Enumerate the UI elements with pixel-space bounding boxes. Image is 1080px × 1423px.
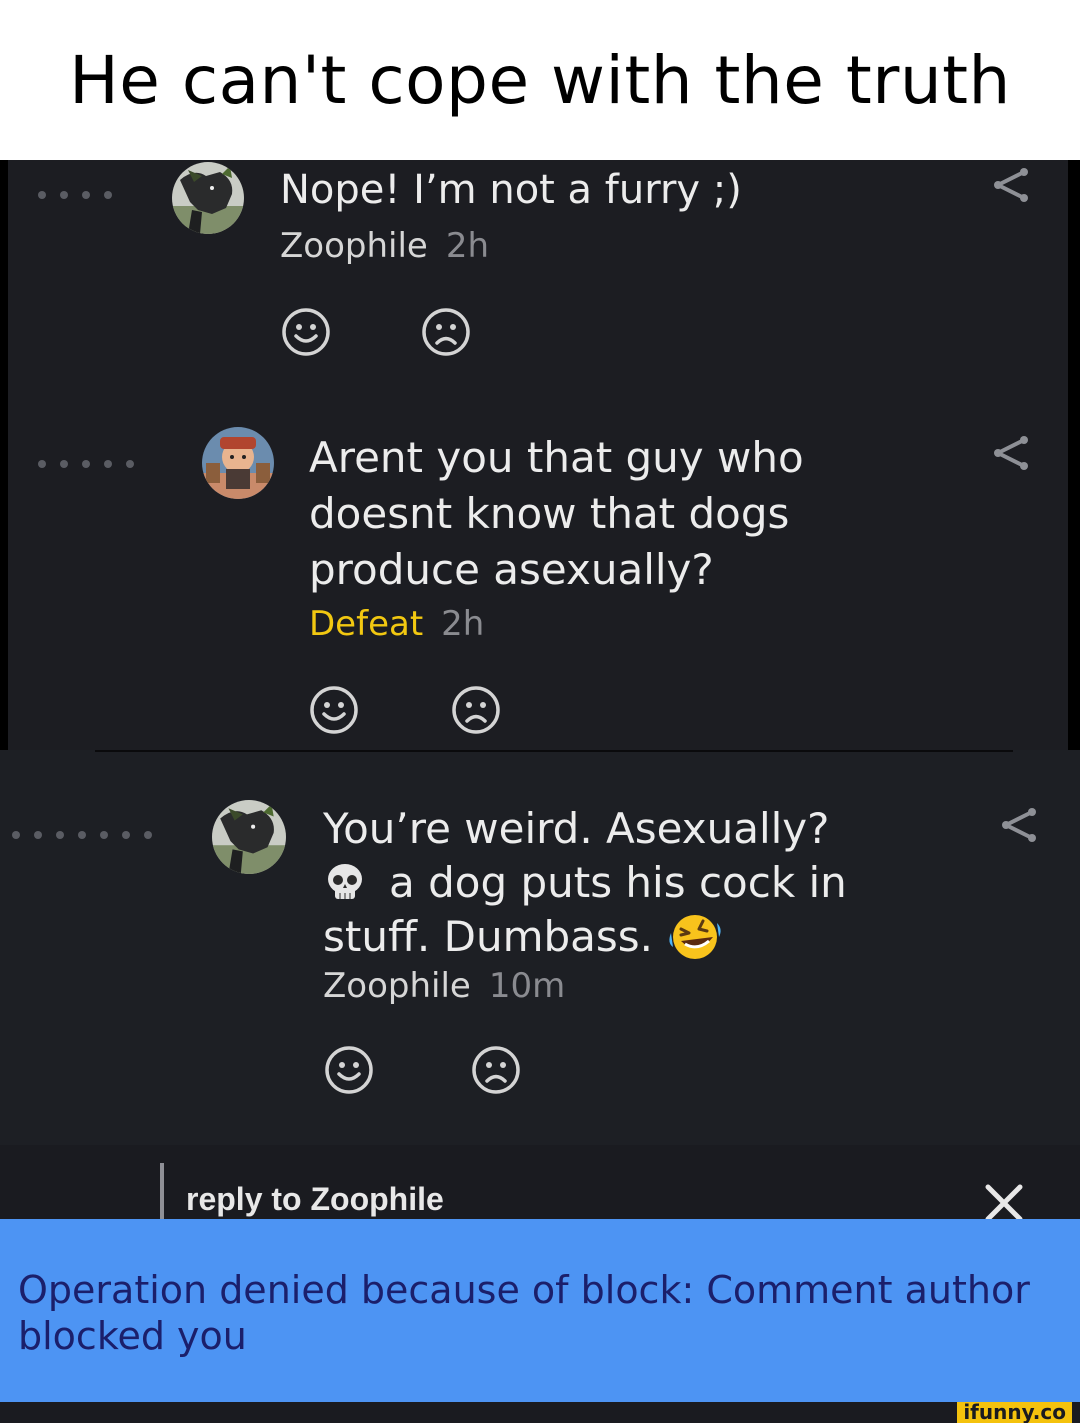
toast-message: Operation denied because of block: Comme… <box>18 1268 1030 1358</box>
comment-author[interactable]: Zoophile <box>323 966 471 1006</box>
comment-line: Nope! I’m not a furry ;) <box>280 167 742 213</box>
comment-author[interactable]: Defeat <box>309 604 423 644</box>
error-toast: Operation denied because of block: Comme… <box>0 1219 1080 1402</box>
reply-bar: reply to Zoophile <box>0 1145 1080 1222</box>
share-icon[interactable] <box>998 806 1038 846</box>
comment-body: Arent you that guy who doesnt know that … <box>309 430 804 598</box>
footer-strip <box>0 1402 1080 1423</box>
comment-line: You’re weird. Asexually? <box>323 804 830 853</box>
avatar[interactable] <box>172 162 244 234</box>
avatar[interactable] <box>212 800 286 874</box>
smile-icon[interactable] <box>308 684 360 736</box>
comment-line: produce asexually? <box>309 545 714 594</box>
comment-time: 10m <box>488 966 566 1006</box>
comment-time: 2h <box>441 604 485 644</box>
thread-depth-dots <box>38 191 112 199</box>
reply-to-label: reply to Zoophile <box>186 1181 444 1217</box>
comment-body: Nope! I’m not a furry ;) <box>280 166 742 214</box>
comment-time: 2h <box>445 226 490 266</box>
comment-line: a dog puts his cock in <box>323 856 847 910</box>
comment-line: Arent you that guy who <box>309 433 804 482</box>
screenshot-border-right <box>1068 160 1080 750</box>
comment-line: stuff. Dumbass. <box>323 910 847 964</box>
rolling-on-floor-laughing-emoji-icon <box>669 915 721 959</box>
thread-divider <box>95 750 1013 752</box>
caption-text: He can't cope with the truth <box>69 41 1011 119</box>
skull-emoji-icon <box>328 864 362 899</box>
comment-meta: Defeat 2h <box>309 604 484 644</box>
share-icon[interactable] <box>990 434 1030 474</box>
smile-icon[interactable] <box>323 1044 375 1096</box>
share-icon[interactable] <box>990 166 1030 206</box>
ifunny-watermark: ifunny.co <box>957 1402 1072 1423</box>
cartoon-avatar-icon <box>202 427 274 499</box>
comment-body: You’re weird. Asexually? a dog puts his … <box>323 802 847 964</box>
comment-meta: Zoophile 10m <box>323 966 565 1006</box>
meme-caption: He can't cope with the truth <box>0 0 1080 160</box>
thread-depth-dots <box>38 460 134 468</box>
dog-avatar-icon <box>212 800 286 874</box>
screenshot-border-left <box>0 160 8 750</box>
smile-icon[interactable] <box>280 306 332 358</box>
dog-avatar-icon <box>172 162 244 234</box>
comment-meta: Zoophile 2h <box>280 226 489 266</box>
reply-quote-rule <box>160 1163 164 1220</box>
comment-line: doesnt know that dogs <box>309 489 790 538</box>
comment-line-text: a dog puts his cock in <box>389 858 847 907</box>
frown-icon[interactable] <box>450 684 502 736</box>
frown-icon[interactable] <box>420 306 472 358</box>
thread-depth-dots <box>12 831 152 839</box>
avatar[interactable] <box>202 427 274 499</box>
frown-icon[interactable] <box>470 1044 522 1096</box>
comment-line-text: stuff. Dumbass. <box>323 912 653 961</box>
comment-author[interactable]: Zoophile <box>280 226 428 266</box>
